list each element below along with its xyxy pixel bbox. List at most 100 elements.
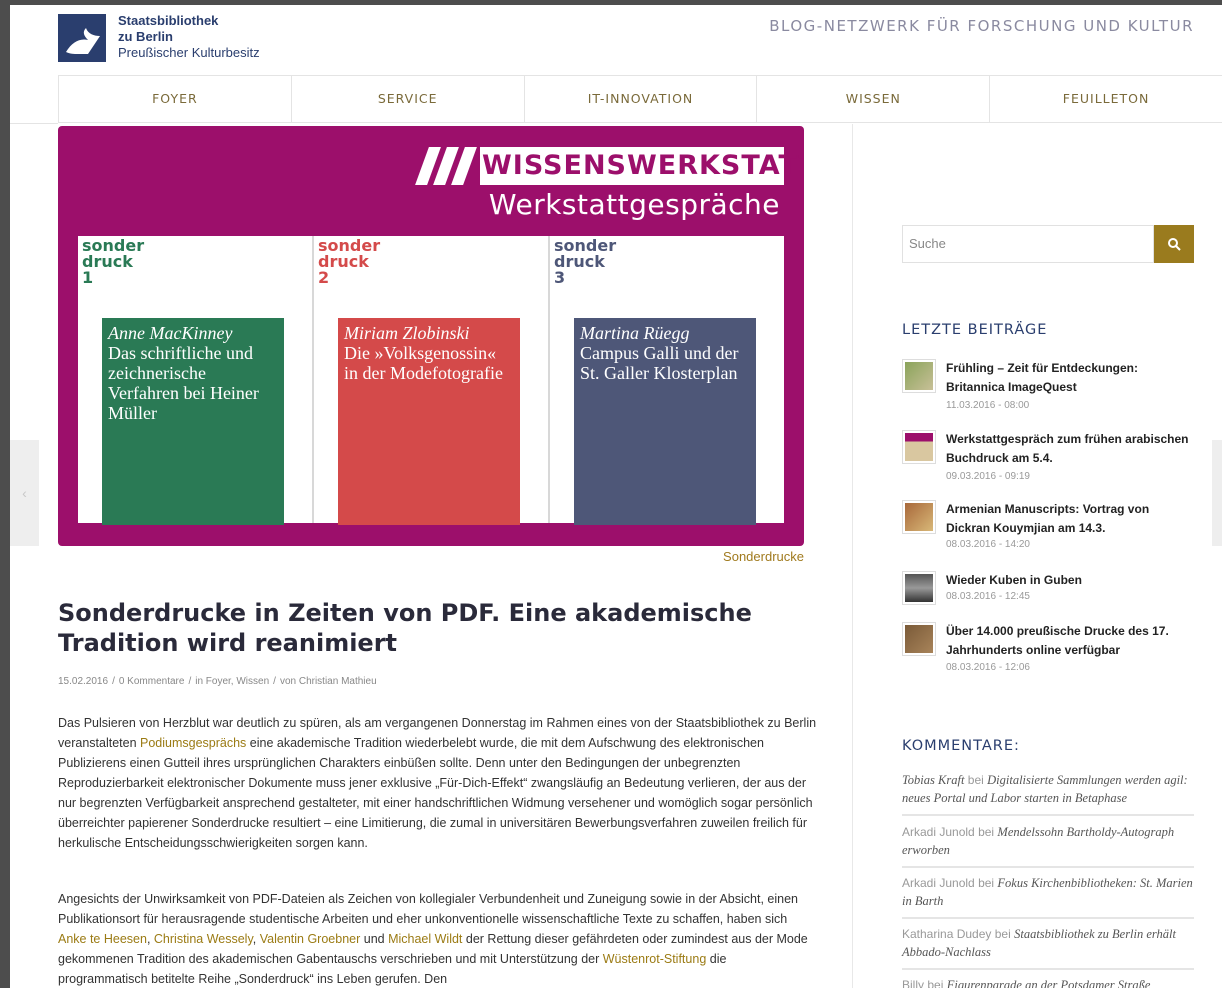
comment-by: bei (927, 978, 944, 988)
featured-image[interactable]: WISSENSWERKSTATT Werkstattgespräche sond… (58, 126, 804, 546)
book-panel: sonder druck 3 Martina Rüegg Campus Gall… (548, 236, 784, 525)
chevron-left-icon: ‹ (22, 485, 27, 501)
book-panel: sonder druck 2 Miriam Zlobinski Die »Vol… (312, 236, 548, 525)
book-panels: sonder druck 1 Anne MacKinney Das schrif… (78, 236, 784, 525)
series-number: sonder druck 3 (554, 238, 616, 286)
author-link[interactable]: Christian Mathieu (299, 676, 377, 687)
nav-item-it-innovation[interactable]: IT-INNOVATION (523, 76, 757, 122)
book-title: Die »Volksgenossin« in der Modefotografi… (344, 343, 503, 383)
sidebar-divider (852, 124, 853, 988)
person-link[interactable]: Valentin Groebner (260, 932, 361, 946)
site-header: Staatsbibliothek zu Berlin Preußischer K… (10, 5, 1222, 75)
comment-item: Katharina Dudey bei Staatsbibliothek zu … (902, 925, 1194, 970)
wuestenrot-link[interactable]: Wüstenrot-Stiftung (603, 952, 707, 966)
brand-name: WISSENSWERKSTATT (482, 150, 804, 181)
search-form: Suche (902, 225, 1194, 263)
book-panel: sonder druck 1 Anne MacKinney Das schrif… (78, 236, 312, 525)
article-paragraph-2: Angesichts der Unwirksamkeit von PDF-Dat… (58, 889, 818, 988)
next-post-arrow[interactable] (1212, 440, 1222, 546)
article-paragraph-1: Das Pulsieren von Herzblut war deutlich … (58, 713, 818, 853)
book-author: Martina Rüegg (580, 323, 690, 343)
book-author: Anne MacKinney (108, 323, 233, 343)
nav-divider (10, 123, 58, 124)
post-title[interactable]: Über 14.000 preußische Drucke des 17. Ja… (946, 622, 1194, 660)
book-cover: Anne MacKinney Das schriftliche und zeic… (102, 318, 284, 525)
logo-line-1: Staatsbibliothek (118, 13, 219, 28)
comment-author: Arkadi Junold (902, 876, 975, 890)
person-link[interactable]: Christina Wessely (154, 932, 253, 946)
nav-item-wissen[interactable]: WISSEN (756, 76, 989, 122)
post-title[interactable]: Wieder Kuben in Guben (946, 571, 1194, 590)
search-input[interactable]: Suche (902, 225, 1154, 263)
person-link[interactable]: Michael Wildt (388, 932, 462, 946)
by-label: von (279, 676, 297, 687)
comments-link[interactable]: 0 Kommentare (119, 676, 185, 687)
paragraph-text: eine akademische Tradition wiederbelebt … (58, 736, 813, 850)
article-meta: 15.02.2016/0 Kommentare / in Foyer, Wissen… (58, 676, 377, 687)
post-thumbnail[interactable] (902, 500, 936, 534)
comment-item: Arkadi Junold bei Fokus Kirchenbibliothe… (902, 874, 1194, 919)
paragraph-text: Angesichts der Unwirksamkeit von PDF-Dat… (58, 892, 798, 926)
comment-by: bei (978, 825, 995, 839)
post-date: 08.03.2016 - 14:20 (946, 539, 1030, 550)
eagle-logo-icon[interactable] (58, 14, 106, 62)
post-thumbnail[interactable] (902, 359, 936, 393)
post-date: 11.03.2016 - 08:00 (946, 400, 1030, 411)
post-title[interactable]: Frühling – Zeit für Entdeckungen: Britan… (946, 359, 1194, 397)
image-caption: Sonderdrucke (723, 549, 804, 564)
article-title[interactable]: Sonderdrucke in Zeiten von PDF. Eine aka… (58, 598, 818, 658)
main-nav: FOYER SERVICE IT-INNOVATION WISSEN FEUIL… (58, 75, 1222, 123)
comment-item: Tobias Kraft bei Digitalisierte Sammlung… (902, 771, 1194, 816)
logo-line-2: zu Berlin (118, 29, 173, 44)
in-label: in (195, 676, 204, 687)
site-logo-text[interactable]: Staatsbibliothek zu Berlin Preußischer K… (118, 13, 260, 61)
nav-item-foyer[interactable]: FOYER (58, 76, 291, 122)
book-title: Campus Galli und der St. Galler Klosterp… (580, 343, 739, 383)
comments-title: KOMMENTARE: (902, 738, 1020, 754)
recent-posts-title: LETZTE BEITRÄGE (902, 322, 1048, 338)
person-link[interactable]: Anke te Heesen (58, 932, 147, 946)
book-cover: Martina Rüegg Campus Galli und der St. G… (574, 318, 756, 525)
nav-item-service[interactable]: SERVICE (290, 76, 524, 122)
post-thumbnail[interactable] (902, 571, 936, 605)
comment-author: Katharina Dudey (902, 927, 992, 941)
search-button[interactable] (1154, 225, 1194, 263)
series-num: 2 (318, 268, 330, 287)
comment-author[interactable]: Tobias Kraft (902, 773, 964, 787)
comment-by: bei (978, 876, 995, 890)
wissenswerkstatt-banner: WISSENSWERKSTATT (412, 147, 804, 185)
logo-line-3: Preußischer Kulturbesitz (118, 45, 260, 60)
comment-by: bei (967, 773, 984, 787)
post-date: 09.03.2016 - 09:19 (946, 471, 1030, 482)
comment-item: Arkadi Junold bei Mendelssohn Bartholdy-… (902, 823, 1194, 868)
post-thumbnail[interactable] (902, 622, 936, 656)
series-number: sonder druck 1 (82, 238, 144, 286)
prev-post-arrow[interactable]: ‹ (10, 440, 39, 546)
post-date: 08.03.2016 - 12:45 (946, 591, 1030, 602)
comment-author: Billy (902, 978, 925, 988)
comment-item: Billy bei Figurenparade an der Potsdamer… (902, 976, 1194, 988)
book-author: Miriam Zlobinski (344, 323, 470, 343)
book-title: Das schriftliche und zeichnerische Verfa… (108, 343, 259, 423)
series-num: 3 (554, 268, 566, 287)
post-thumbnail[interactable] (902, 430, 936, 464)
podiumsgespraech-link[interactable]: Podiumsgesprächs (140, 736, 246, 750)
post-title[interactable]: Armenian Manuscripts: Vortrag von Dickra… (946, 500, 1194, 538)
series-num: 1 (82, 268, 94, 287)
comment-author: Arkadi Junold (902, 825, 975, 839)
site-tagline: BLOG-NETZWERK FÜR FORSCHUNG UND KULTUR (769, 17, 1194, 35)
series-number: sonder druck 2 (318, 238, 380, 286)
paragraph-text: , (146, 932, 154, 946)
post-title[interactable]: Werkstattgespräch zum frühen arabischen … (946, 430, 1194, 468)
wissenswerkstatt-logo-icon (412, 147, 480, 185)
book-cover: Miriam Zlobinski Die »Volksgenossin« in … (338, 318, 520, 525)
nav-item-feuilleton[interactable]: FEUILLETON (989, 76, 1222, 122)
paragraph-text: , (252, 932, 260, 946)
paragraph-text: und (360, 932, 389, 946)
category-links[interactable]: Foyer, Wissen (206, 676, 269, 687)
search-icon (1168, 238, 1181, 251)
comment-post-link[interactable]: Figurenparade an der Potsdamer Straße (947, 978, 1151, 988)
comment-by: bei (994, 927, 1011, 941)
post-date: 15.02.2016 (58, 676, 109, 687)
brand-subtitle: Werkstattgespräche (488, 188, 780, 221)
